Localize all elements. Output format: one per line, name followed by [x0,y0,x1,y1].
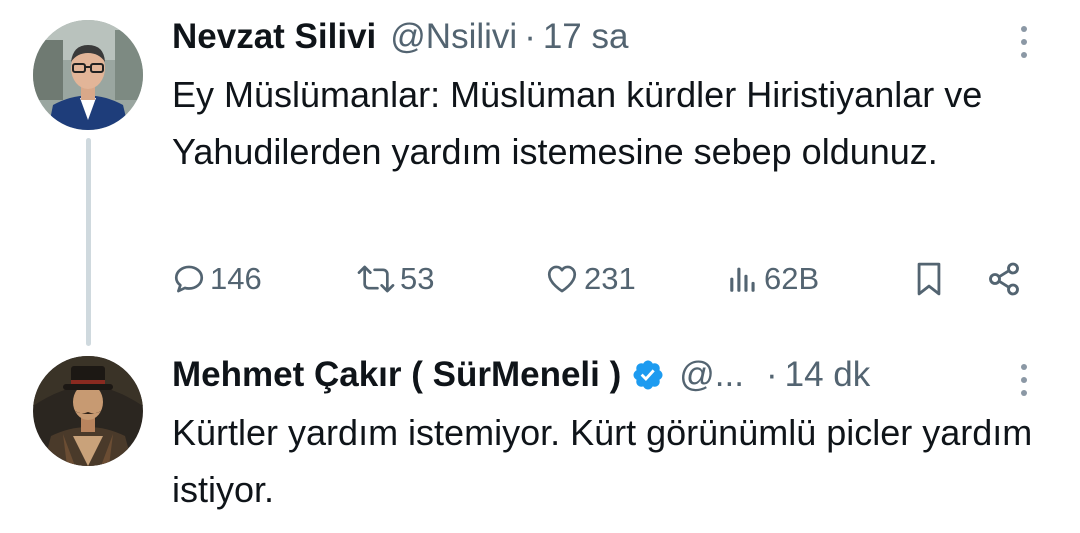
tweet-text: Kürtler yardım istemiyor. Kürt görünümlü… [172,412,1033,510]
share-button[interactable] [986,256,1022,302]
author-name[interactable]: Mehmet Çakır ( SürMeneli ) [172,355,621,395]
like-button[interactable]: 231 [544,256,636,302]
thread-connector-line [86,138,91,346]
repost-count: 53 [400,261,435,296]
share-icon [989,262,1019,296]
tweet-text: Ey Müslümanlar: Müslüman kürdler Hiristi… [172,74,983,172]
separator-dot: · [524,17,536,56]
separator-dot: · [765,355,778,394]
more-options-icon[interactable] [1016,360,1032,400]
verified-badge-icon[interactable] [631,358,665,392]
more-options-icon[interactable] [1016,22,1032,62]
bookmark-button[interactable] [912,256,946,302]
tweet-action-bar: 146 53 231 62B [172,256,1032,302]
tweet-header: Mehmet Çakır ( SürMeneli ) @... · 14 dk [172,355,990,395]
avatar[interactable] [33,356,143,466]
repost-button[interactable]: 53 [356,256,434,302]
like-count: 231 [584,261,636,296]
tweet-thread: Nevzat Silivi @Nsilivi · 17 sa Ey Müslüm… [0,0,1080,533]
tweet-header: Nevzat Silivi @Nsilivi · 17 sa [172,17,990,57]
views-button[interactable]: 62B [726,256,819,302]
views-count: 62B [764,261,820,296]
reply-count: 146 [210,261,262,296]
author-handle[interactable]: @... [679,355,744,395]
tweet-timestamp[interactable]: 14 dk [785,355,871,395]
reply-icon [174,265,204,293]
reply-button[interactable]: 146 [172,256,262,302]
tweet-timestamp[interactable]: 17 sa [543,17,629,57]
repost-icon [357,265,395,293]
heart-icon [547,265,577,293]
author-name[interactable]: Nevzat Silivi [172,17,376,57]
avatar[interactable] [33,20,143,130]
bookmark-icon [917,262,941,296]
analytics-icon [730,267,755,292]
author-handle[interactable]: @Nsilivi [390,17,517,57]
